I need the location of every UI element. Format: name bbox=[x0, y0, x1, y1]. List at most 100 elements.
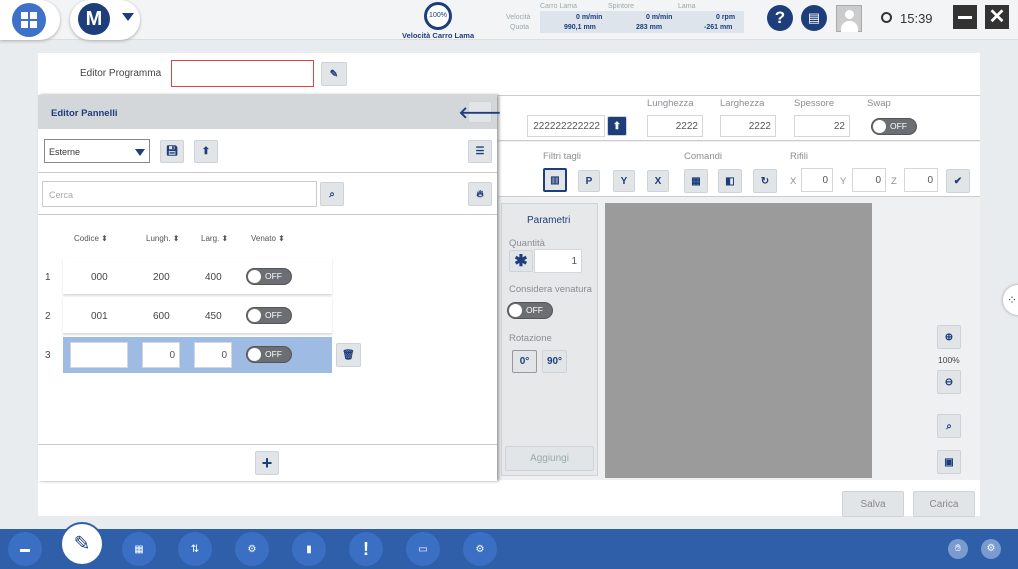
confirm-icon[interactable]: ✔ bbox=[946, 169, 970, 193]
cell-code: 001 bbox=[91, 311, 108, 322]
edit-code-field[interactable] bbox=[70, 342, 128, 368]
apps-dock-icon[interactable]: ▦ bbox=[122, 532, 156, 566]
cell-wid: 450 bbox=[205, 311, 222, 322]
type-select[interactable]: Esterne bbox=[44, 139, 150, 163]
rifili-z-label: Z bbox=[891, 176, 897, 187]
edit-venato-toggle[interactable]: OFF bbox=[246, 346, 292, 363]
user-avatar[interactable] bbox=[836, 5, 862, 32]
params-title: Parametri bbox=[527, 215, 571, 226]
aggiungi-button[interactable]: Aggiungi bbox=[505, 446, 594, 471]
cell-code: 000 bbox=[91, 272, 108, 283]
search-icon[interactable]: ⌕ bbox=[320, 182, 344, 206]
spessore-field[interactable]: 22 bbox=[794, 115, 850, 137]
col-larg[interactable]: Larg. ⬍ bbox=[201, 234, 228, 243]
venato-toggle[interactable]: OFF bbox=[246, 268, 292, 285]
minimize-button[interactable] bbox=[953, 5, 977, 29]
refresh-icon[interactable]: ↻ bbox=[753, 169, 777, 193]
zoom-level: 100% bbox=[938, 355, 960, 365]
rifili-x-field[interactable]: 0 bbox=[801, 168, 833, 192]
chevron-down-icon bbox=[135, 149, 145, 156]
list-icon[interactable]: ☰ bbox=[468, 140, 492, 163]
zoom-out-icon[interactable]: ⊖ bbox=[937, 370, 961, 394]
gauge-caption: Velocità Carro Lama bbox=[402, 31, 475, 40]
clock-time: 15:39 bbox=[900, 11, 933, 26]
filter-p-button[interactable]: P bbox=[578, 170, 600, 192]
upload-icon[interactable]: ⬆ bbox=[607, 116, 627, 136]
row-index: 1 bbox=[45, 272, 51, 283]
swap-label: Swap bbox=[867, 98, 891, 109]
chevron-down-icon[interactable] bbox=[122, 13, 134, 21]
zoom-panel-icon[interactable]: ▣ bbox=[937, 450, 961, 474]
grid-icon[interactable]: ▦ bbox=[684, 169, 708, 193]
help-icon[interactable]: ? bbox=[767, 5, 793, 31]
divider bbox=[38, 214, 497, 215]
col-codice[interactable]: Codice ⬍ bbox=[74, 234, 108, 243]
comandi-label: Comandi bbox=[684, 151, 723, 162]
cell-wid: 400 bbox=[205, 272, 222, 283]
filter-y-button[interactable]: Y bbox=[613, 170, 635, 192]
split-icon[interactable]: ◧ bbox=[718, 169, 742, 193]
hand-icon[interactable]: ✋︎ bbox=[948, 539, 968, 559]
larghezza-label: Larghezza bbox=[720, 98, 765, 109]
col-venato[interactable]: Venato ⬍ bbox=[251, 234, 285, 243]
lunghezza-field[interactable]: 2222 bbox=[647, 115, 703, 137]
asterisk-icon[interactable]: ✱ bbox=[509, 250, 533, 272]
back-arrow-icon[interactable]: 🡐 bbox=[459, 101, 501, 123]
stats-icon[interactable]: ▮ bbox=[292, 532, 326, 566]
spessore-label: Spessore bbox=[794, 98, 835, 109]
row-index: 2 bbox=[45, 311, 51, 322]
add-row-button[interactable]: + bbox=[255, 451, 279, 475]
brand-pill[interactable]: M bbox=[70, 0, 140, 40]
rifili-x-label: X bbox=[790, 176, 797, 187]
close-button[interactable]: ✕ bbox=[985, 5, 1009, 29]
speed-gauge: 100% bbox=[424, 2, 452, 30]
load-button[interactable]: Carica bbox=[913, 491, 975, 517]
filtri-tagli-label: Filtri tagli bbox=[543, 151, 582, 162]
edit-icon[interactable]: ✎ bbox=[321, 62, 347, 86]
lunghezza-label: Lunghezza bbox=[647, 98, 694, 109]
larghezza-field[interactable]: 2222 bbox=[720, 115, 776, 137]
brand-logo: M bbox=[78, 3, 110, 35]
settings-icon[interactable]: ⚙ bbox=[463, 532, 497, 566]
col-lungh[interactable]: Lungh. ⬍ bbox=[146, 234, 179, 243]
trash-icon[interactable]: 🗑︎ bbox=[336, 343, 361, 367]
edit-wid-field[interactable]: 0 bbox=[194, 342, 232, 368]
editor-programma-input[interactable] bbox=[171, 60, 314, 87]
venatura-toggle[interactable]: OFF bbox=[507, 302, 553, 319]
tools-icon[interactable]: ⚙ bbox=[235, 532, 269, 566]
editor-programma-label: Editor Programma bbox=[80, 68, 162, 79]
flame-icon[interactable]: 🔥︎ bbox=[468, 182, 492, 206]
alert-icon[interactable]: ! bbox=[349, 532, 383, 566]
save-button[interactable]: Salva bbox=[842, 491, 904, 517]
quantita-field[interactable]: 1 bbox=[534, 249, 582, 273]
side-handle[interactable]: ⁘ bbox=[1003, 285, 1018, 315]
edit-active-icon[interactable]: ✎ bbox=[60, 522, 104, 566]
preview-canvas bbox=[605, 203, 872, 478]
home-pill[interactable] bbox=[0, 0, 60, 40]
rifili-z-field[interactable]: 0 bbox=[904, 168, 938, 192]
venato-toggle[interactable]: OFF bbox=[246, 307, 292, 324]
gear-icon[interactable]: ⚙ bbox=[981, 539, 1001, 559]
program-value-field[interactable]: 222222222222 bbox=[527, 115, 605, 137]
venatura-label: Considera venatura bbox=[509, 284, 592, 295]
rifili-y-field[interactable]: 0 bbox=[852, 168, 886, 192]
apps-icon[interactable] bbox=[12, 3, 46, 37]
rot-90-button[interactable]: 90° bbox=[542, 350, 567, 373]
edit-len-field[interactable]: 0 bbox=[142, 342, 180, 368]
upload-panel-icon[interactable]: ⬆ bbox=[194, 140, 218, 163]
save-icon[interactable]: 💾︎ bbox=[160, 140, 184, 163]
panel-title: Editor Pannelli bbox=[51, 108, 118, 119]
rot-0-button[interactable]: 0° bbox=[512, 350, 537, 373]
filter-all-icon[interactable]: ▥ bbox=[543, 168, 567, 192]
search-input[interactable]: Cerca bbox=[42, 181, 317, 207]
cell-len: 600 bbox=[153, 311, 170, 322]
machine-icon[interactable]: ▤ bbox=[801, 5, 827, 31]
swap-toggle[interactable]: OFF bbox=[871, 118, 917, 135]
transfer-icon[interactable]: ⇅ bbox=[178, 532, 212, 566]
filter-x-button[interactable]: X bbox=[647, 170, 669, 192]
folder-icon[interactable]: ▬ bbox=[8, 532, 42, 566]
zoom-in-icon[interactable]: ⊕ bbox=[937, 325, 961, 349]
clock-icon bbox=[881, 12, 892, 23]
window-icon[interactable]: ▭ bbox=[406, 532, 440, 566]
zoom-fit-icon[interactable]: ⌕ bbox=[937, 414, 961, 438]
